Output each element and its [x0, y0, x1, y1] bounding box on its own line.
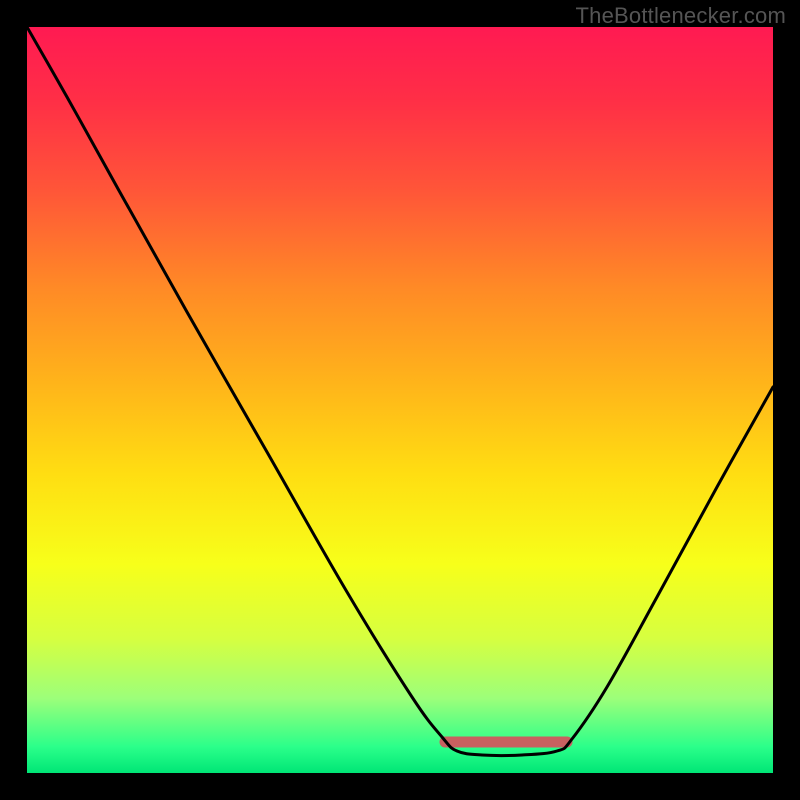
chart-frame: TheBottlenecker.com	[0, 0, 800, 800]
plot-area	[27, 27, 773, 773]
bottleneck-curve	[27, 27, 773, 756]
credit-label: TheBottlenecker.com	[576, 3, 786, 29]
curve-layer	[27, 27, 773, 773]
